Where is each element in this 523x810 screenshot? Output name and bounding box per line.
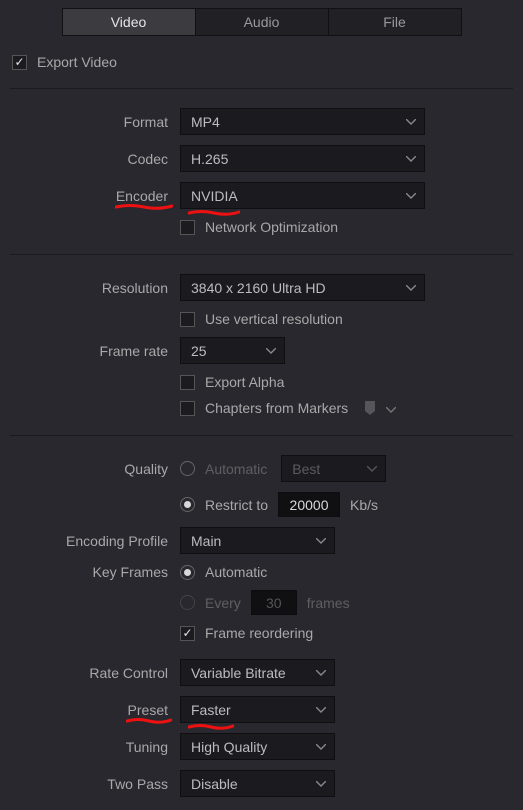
quality-automatic-label: Automatic <box>205 461 267 477</box>
keyframes-every-label: Every <box>205 595 241 611</box>
resolution-label: Resolution <box>10 280 180 296</box>
chevron-down-icon <box>316 538 326 544</box>
chevron-down-icon <box>316 707 326 713</box>
key-frames-label: Key Frames <box>10 564 180 580</box>
preset-value: Faster <box>191 702 231 718</box>
export-alpha-checkbox[interactable] <box>180 375 195 390</box>
preset-dropdown[interactable]: Faster <box>180 696 335 723</box>
chapters-from-markers-checkbox[interactable] <box>180 401 195 416</box>
encoder-value: NVIDIA <box>191 188 238 204</box>
format-label: Format <box>10 114 180 130</box>
two-pass-dropdown[interactable]: Disable <box>180 770 335 797</box>
format-dropdown[interactable]: MP4 <box>180 108 425 135</box>
tuning-label: Tuning <box>10 739 180 755</box>
network-optimization-label: Network Optimization <box>205 219 338 235</box>
keyframes-unit-label: frames <box>307 595 350 611</box>
export-video-label: Export Video <box>37 54 117 70</box>
rate-control-label: Rate Control <box>10 665 180 681</box>
network-optimization-checkbox[interactable] <box>180 220 195 235</box>
export-alpha-label: Export Alpha <box>205 374 284 390</box>
preset-label: Preset <box>10 702 180 718</box>
quality-label: Quality <box>10 461 180 477</box>
divider <box>10 435 513 436</box>
chevron-down-icon <box>406 285 416 291</box>
encoding-profile-value: Main <box>191 533 221 549</box>
format-value: MP4 <box>191 114 220 130</box>
encoding-profile-label: Encoding Profile <box>10 533 180 549</box>
annotation-underline <box>115 204 173 208</box>
chevron-down-icon <box>316 781 326 787</box>
encoding-profile-dropdown[interactable]: Main <box>180 527 335 554</box>
tab-file[interactable]: File <box>329 9 461 35</box>
divider <box>10 254 513 255</box>
chevron-down-icon <box>316 744 326 750</box>
chevron-down-icon <box>266 348 276 354</box>
frame-reordering-checkbox[interactable] <box>180 626 195 641</box>
quality-unit-label: Kb/s <box>350 497 378 513</box>
chevron-down-icon[interactable] <box>386 400 396 416</box>
rate-control-dropdown[interactable]: Variable Bitrate <box>180 659 335 686</box>
rate-control-value: Variable Bitrate <box>191 665 286 681</box>
chevron-down-icon <box>406 193 416 199</box>
use-vertical-resolution-checkbox[interactable] <box>180 312 195 327</box>
frame-rate-dropdown[interactable]: 25 <box>180 337 285 364</box>
export-video-checkbox[interactable] <box>12 55 27 70</box>
quality-automatic-radio[interactable] <box>180 461 195 476</box>
quality-best-dropdown: Best <box>281 455 386 482</box>
encoder-label: Encoder <box>10 188 180 204</box>
annotation-underline <box>126 718 172 722</box>
frame-rate-value: 25 <box>191 343 207 359</box>
tab-video[interactable]: Video <box>63 9 196 35</box>
frame-reordering-label: Frame reordering <box>205 625 313 641</box>
chapters-from-markers-label: Chapters from Markers <box>205 400 348 416</box>
divider <box>10 88 513 89</box>
use-vertical-resolution-label: Use vertical resolution <box>205 311 343 327</box>
two-pass-label: Two Pass <box>10 776 180 792</box>
tabs: Video Audio File <box>62 8 462 36</box>
marker-icon <box>364 401 376 415</box>
codec-label: Codec <box>10 151 180 167</box>
codec-value: H.265 <box>191 151 228 167</box>
chevron-down-icon <box>406 119 416 125</box>
tuning-value: High Quality <box>191 739 267 755</box>
two-pass-value: Disable <box>191 776 238 792</box>
chevron-down-icon <box>406 156 416 162</box>
quality-restrict-label: Restrict to <box>205 497 268 513</box>
encoder-dropdown[interactable]: NVIDIA <box>180 182 425 209</box>
quality-best-value: Best <box>292 461 320 477</box>
resolution-dropdown[interactable]: 3840 x 2160 Ultra HD <box>180 274 425 301</box>
chevron-down-icon <box>316 670 326 676</box>
quality-restrict-input[interactable] <box>278 492 340 517</box>
keyframes-automatic-label: Automatic <box>205 564 267 580</box>
chevron-down-icon <box>367 466 377 472</box>
tuning-dropdown[interactable]: High Quality <box>180 733 335 760</box>
annotation-underline <box>188 724 234 728</box>
frame-rate-label: Frame rate <box>10 343 180 359</box>
keyframes-every-radio[interactable] <box>180 595 195 610</box>
tab-audio[interactable]: Audio <box>196 9 329 35</box>
quality-restrict-radio[interactable] <box>180 497 195 512</box>
annotation-underline <box>188 210 240 214</box>
keyframes-every-input <box>251 590 297 615</box>
keyframes-automatic-radio[interactable] <box>180 565 195 580</box>
codec-dropdown[interactable]: H.265 <box>180 145 425 172</box>
resolution-value: 3840 x 2160 Ultra HD <box>191 280 326 296</box>
